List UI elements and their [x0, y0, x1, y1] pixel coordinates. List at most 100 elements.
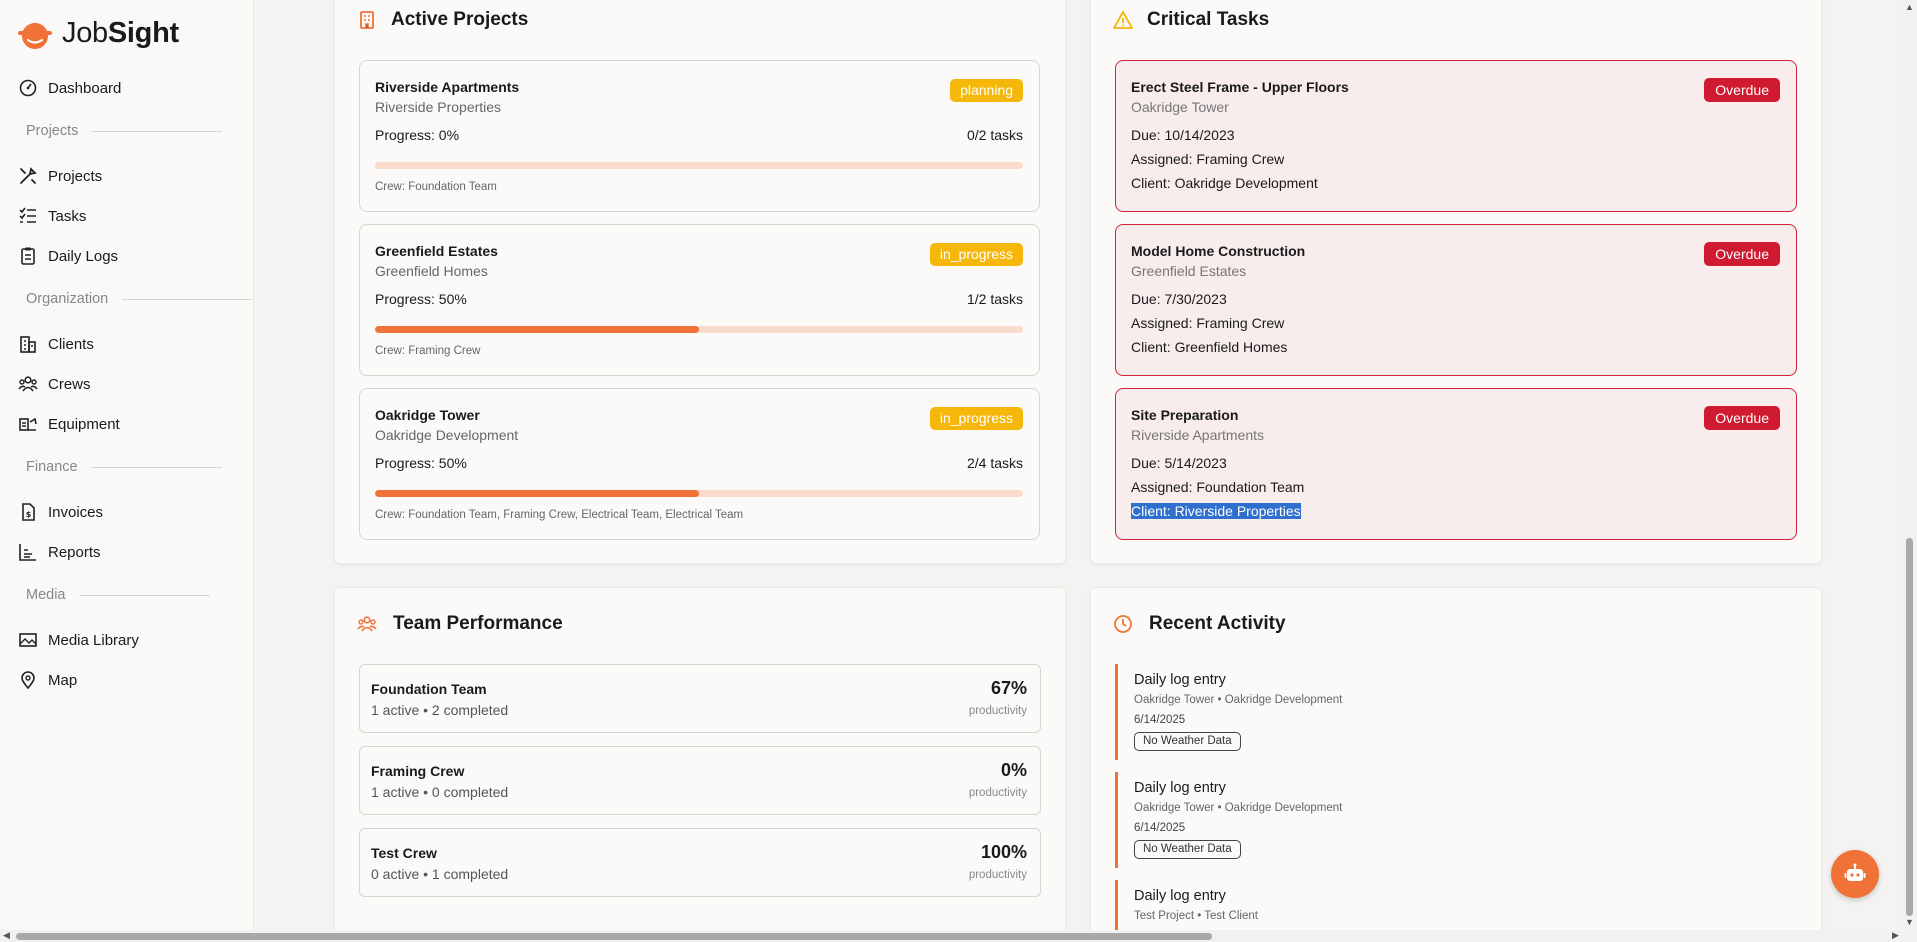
- activity-subtitle: Oakridge Tower • Oakridge Development: [1134, 694, 1343, 706]
- users-icon: [18, 376, 38, 392]
- card-header: Critical Tasks: [1113, 9, 1269, 31]
- project-client: Greenfield Homes: [375, 263, 488, 279]
- logo[interactable]: JobSight: [14, 12, 179, 54]
- task-due: Due: 5/14/2023: [1131, 455, 1227, 471]
- map-pin-icon: [21, 671, 35, 690]
- sidebar-item-label: Dashboard: [48, 79, 122, 97]
- scrollbar-thumb[interactable]: [1906, 538, 1913, 916]
- sidebar-item-label: Equipment: [48, 415, 120, 433]
- activity-item[interactable]: Daily log entry Oakridge Tower • Oakridg…: [1115, 772, 1615, 868]
- sidebar: JobSight Dashboard Projects Projects Tas…: [0, 0, 254, 930]
- vertical-scrollbar[interactable]: ▲ ▼: [1902, 0, 1917, 930]
- project-client: Riverside Properties: [375, 99, 502, 115]
- invoice-icon: $: [22, 503, 35, 521]
- main-content: Active Projects Riverside Apartments Riv…: [254, 0, 1902, 942]
- overdue-badge: Overdue: [1704, 78, 1780, 102]
- sidebar-item-map[interactable]: Map: [18, 670, 77, 690]
- sidebar-item-media-library[interactable]: Media Library: [18, 630, 139, 650]
- assistant-button[interactable]: [1831, 850, 1879, 898]
- sidebar-item-projects[interactable]: Projects: [18, 166, 102, 186]
- critical-tasks-card: Critical Tasks Erect Steel Frame - Upper…: [1090, 0, 1822, 564]
- activity-title: Daily log entry: [1134, 780, 1226, 796]
- scrollbar-thumb[interactable]: [16, 933, 1212, 940]
- section-media: Media: [26, 587, 210, 603]
- sidebar-item-equipment[interactable]: Equipment: [18, 414, 120, 434]
- progress-fill: [375, 326, 699, 333]
- svg-text:$: $: [26, 510, 32, 519]
- section-organization: Organization: [26, 291, 253, 307]
- tools-icon: [20, 167, 37, 184]
- project-crew: Crew: Foundation Team: [375, 181, 497, 193]
- horizontal-scrollbar[interactable]: ◀ ▶: [0, 930, 1917, 942]
- project-name: Riverside Apartments: [375, 79, 520, 95]
- activity-date: 6/14/2025: [1134, 714, 1186, 726]
- task-count: 1/2 tasks: [966, 291, 1023, 307]
- task-assigned: Assigned: Framing Crew: [1131, 151, 1285, 167]
- scroll-left-icon[interactable]: ◀: [3, 930, 10, 941]
- project-name: Oakridge Tower: [375, 407, 480, 423]
- project-card[interactable]: Greenfield Estates Greenfield Homes in_p…: [359, 224, 1040, 376]
- equipment-icon: [19, 417, 37, 431]
- task-name: Model Home Construction: [1131, 243, 1306, 259]
- card-header: Recent Activity: [1113, 613, 1286, 635]
- task-project: Oakridge Tower: [1131, 99, 1229, 115]
- project-card[interactable]: Riverside Apartments Riverside Propertie…: [359, 60, 1040, 212]
- productivity-value: 100%: [980, 842, 1027, 862]
- activity-title: Daily log entry: [1134, 672, 1226, 688]
- team-row[interactable]: Test Crew 0 active • 1 completed 100% pr…: [359, 828, 1041, 897]
- sidebar-item-crews[interactable]: Crews: [18, 374, 91, 394]
- task-project: Greenfield Estates: [1131, 263, 1247, 279]
- sidebar-item-label: Reports: [48, 543, 101, 561]
- scroll-up-icon[interactable]: ▲: [1905, 2, 1914, 12]
- critical-task-card[interactable]: Site Preparation Riverside Apartments Ov…: [1115, 388, 1797, 540]
- critical-task-card[interactable]: Erect Steel Frame - Upper Floors Oakridg…: [1115, 60, 1797, 212]
- productivity-label: productivity: [968, 869, 1027, 881]
- task-project: Riverside Apartments: [1131, 427, 1265, 443]
- task-client: Client: Oakridge Development: [1131, 175, 1318, 191]
- team-row[interactable]: Foundation Team 1 active • 2 completed 6…: [359, 664, 1041, 733]
- overdue-badge: Overdue: [1704, 406, 1780, 430]
- active-projects-card: Active Projects Riverside Apartments Riv…: [334, 0, 1066, 564]
- activity-item[interactable]: Daily log entry Oakridge Tower • Oakridg…: [1115, 664, 1615, 760]
- productivity-value: 0%: [1000, 760, 1027, 780]
- status-badge: in_progress: [929, 407, 1023, 430]
- progress-label: Progress: 50%: [375, 455, 467, 471]
- recent-activity-card: Recent Activity Daily log entry Oakridge…: [1090, 587, 1822, 942]
- card-header: Active Projects: [357, 9, 528, 31]
- sidebar-item-tasks[interactable]: Tasks: [18, 206, 86, 226]
- bar-chart-icon: [19, 544, 36, 561]
- section-projects: Projects: [26, 123, 223, 139]
- project-client: Oakridge Development: [375, 427, 519, 443]
- team-stats: 0 active • 1 completed: [371, 866, 509, 882]
- weather-badge: No Weather Data: [1134, 732, 1241, 751]
- team-stats: 1 active • 2 completed: [371, 702, 509, 718]
- sidebar-item-dashboard[interactable]: Dashboard: [18, 78, 121, 98]
- critical-task-card[interactable]: Model Home Construction Greenfield Estat…: [1115, 224, 1797, 376]
- card-title: Recent Activity: [1149, 613, 1286, 634]
- users-icon: [357, 616, 377, 632]
- sidebar-item-daily-logs[interactable]: Daily Logs: [18, 246, 118, 266]
- productivity-label: productivity: [968, 787, 1027, 799]
- card-title: Active Projects: [391, 9, 529, 30]
- activity-title: Daily log entry: [1134, 888, 1226, 904]
- sidebar-item-reports[interactable]: Reports: [18, 542, 101, 562]
- task-due: Due: 7/30/2023: [1131, 291, 1227, 307]
- scroll-down-icon[interactable]: ▼: [1905, 917, 1914, 927]
- team-row[interactable]: Framing Crew 1 active • 0 completed 0% p…: [359, 746, 1041, 815]
- sidebar-item-clients[interactable]: Clients: [18, 334, 94, 354]
- sidebar-item-invoices[interactable]: $ Invoices: [18, 502, 103, 522]
- card-title: Critical Tasks: [1147, 9, 1270, 30]
- hardhat-logo-icon: [18, 13, 52, 49]
- task-count: 2/4 tasks: [966, 455, 1023, 471]
- task-assigned: Assigned: Foundation Team: [1131, 479, 1305, 495]
- sidebar-item-label: Daily Logs: [48, 247, 119, 265]
- progress-bar: [375, 162, 1023, 169]
- productivity-label: productivity: [968, 705, 1027, 717]
- sidebar-item-label: Clients: [48, 335, 94, 353]
- weather-badge: No Weather Data: [1134, 840, 1241, 859]
- productivity-value: 67%: [990, 678, 1027, 698]
- team-performance-card: Team Performance Foundation Team 1 activ…: [334, 587, 1066, 942]
- scroll-right-icon[interactable]: ▶: [1892, 930, 1899, 941]
- checklist-icon: [19, 207, 36, 223]
- project-card[interactable]: Oakridge Tower Oakridge Development in_p…: [359, 388, 1040, 540]
